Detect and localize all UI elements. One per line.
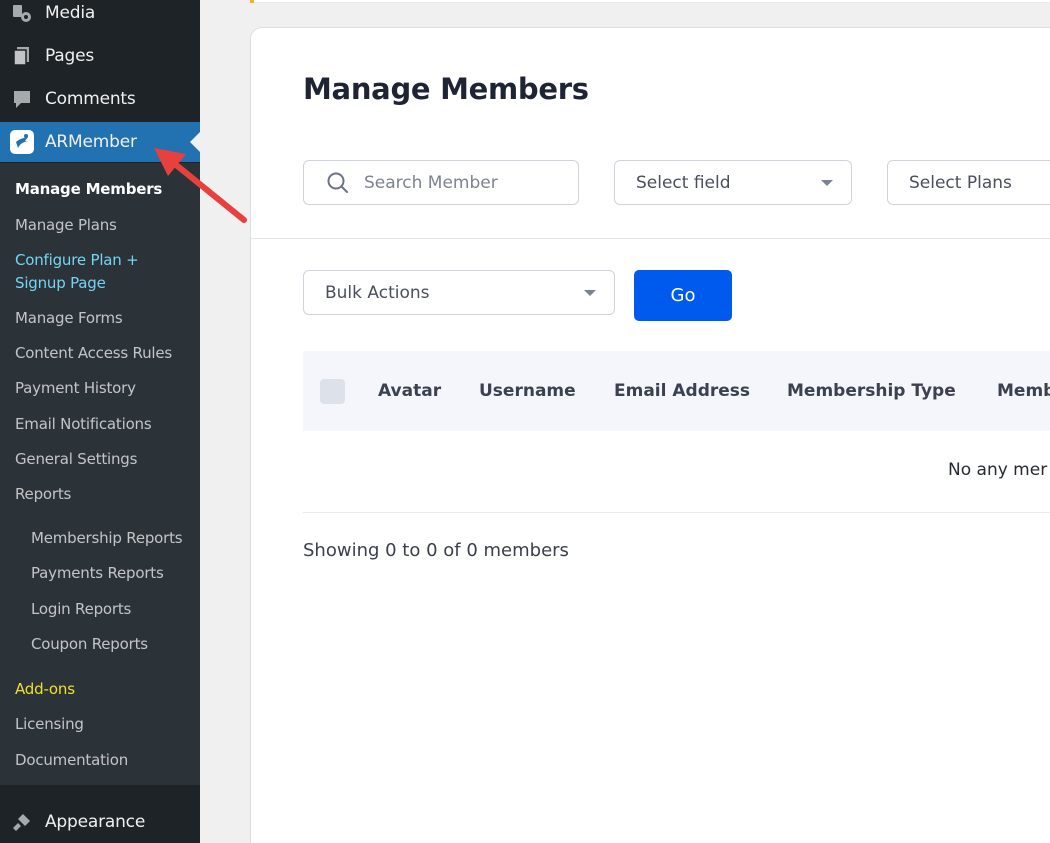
submenu-label-line: Signup Page [15, 274, 106, 292]
chevron-down-icon [584, 290, 596, 296]
menu-item-pages[interactable]: Pages [0, 36, 200, 76]
menu-item-appearance[interactable]: Appearance [0, 802, 200, 842]
go-button[interactable]: Go [634, 270, 732, 321]
submenu-add-ons[interactable]: Add-ons [15, 680, 75, 698]
empty-table-message: No any mer [948, 460, 1048, 480]
menu-label: Appearance [45, 812, 146, 832]
select-plans-dropdown[interactable]: Select Plans [887, 160, 1050, 205]
search-placeholder: Search Member [364, 172, 498, 193]
pagination-summary: Showing 0 to 0 of 0 members [303, 540, 569, 561]
submenu-licensing[interactable]: Licensing [15, 715, 84, 733]
search-icon [326, 171, 350, 200]
filter-divider [251, 238, 1050, 239]
submenu-content-access-rules[interactable]: Content Access Rules [15, 344, 172, 362]
menu-label: Media [45, 3, 96, 23]
armember-submenu: Manage Members Manage Plans Configure Pl… [0, 163, 200, 785]
paintbrush-icon [10, 810, 34, 834]
select-field-value: Select field [636, 172, 731, 193]
submenu-general-settings[interactable]: General Settings [15, 450, 137, 468]
submenu-label-line: Configure Plan + [15, 251, 139, 269]
bulk-actions-value: Bulk Actions [325, 282, 430, 303]
admin-sidebar: Media Pages Comments ARMember Manage Mem… [0, 0, 200, 843]
content-card [250, 27, 1050, 843]
annotation-arrow-icon [154, 148, 247, 223]
menu-label: Comments [45, 89, 136, 109]
menu-label: ARMember [45, 132, 137, 152]
table-bottom-divider [303, 512, 1050, 513]
submenu-configure-plan[interactable]: Configure Plan + Signup Page [15, 249, 139, 295]
armember-logo-icon [10, 130, 34, 154]
submenu-manage-forms[interactable]: Manage Forms [15, 309, 123, 327]
submenu-payments-reports[interactable]: Payments Reports [31, 564, 164, 582]
menu-item-media[interactable]: Media [0, 0, 200, 33]
select-all-checkbox[interactable] [320, 379, 345, 404]
column-header-membership-more[interactable]: Memb [997, 381, 1050, 401]
column-header-username[interactable]: Username [479, 381, 576, 401]
menu-item-comments[interactable]: Comments [0, 79, 200, 119]
column-header-email[interactable]: Email Address [614, 381, 750, 401]
top-notice-edge [250, 0, 1050, 3]
comments-icon [10, 87, 34, 111]
submenu-manage-plans[interactable]: Manage Plans [15, 216, 117, 234]
submenu-email-notifications[interactable]: Email Notifications [15, 415, 152, 433]
pages-icon [10, 44, 34, 68]
search-input[interactable]: Search Member [303, 160, 579, 205]
page-title: Manage Members [303, 72, 589, 106]
submenu-documentation[interactable]: Documentation [15, 751, 128, 769]
media-icon [10, 1, 34, 25]
submenu-login-reports[interactable]: Login Reports [31, 600, 131, 618]
submenu-coupon-reports[interactable]: Coupon Reports [31, 635, 148, 653]
column-header-membership-type[interactable]: Membership Type [787, 381, 956, 401]
bulk-actions-dropdown[interactable]: Bulk Actions [303, 270, 615, 315]
members-table-header: Avatar Username Email Address Membership… [303, 351, 1050, 431]
submenu-membership-reports[interactable]: Membership Reports [31, 529, 183, 547]
select-field-dropdown[interactable]: Select field [614, 160, 852, 205]
column-header-avatar[interactable]: Avatar [378, 381, 441, 401]
submenu-reports[interactable]: Reports [15, 485, 71, 503]
submenu-payment-history[interactable]: Payment History [15, 379, 136, 397]
chevron-down-icon [821, 180, 833, 186]
select-plans-value: Select Plans [909, 172, 1012, 193]
menu-label: Pages [45, 46, 95, 66]
